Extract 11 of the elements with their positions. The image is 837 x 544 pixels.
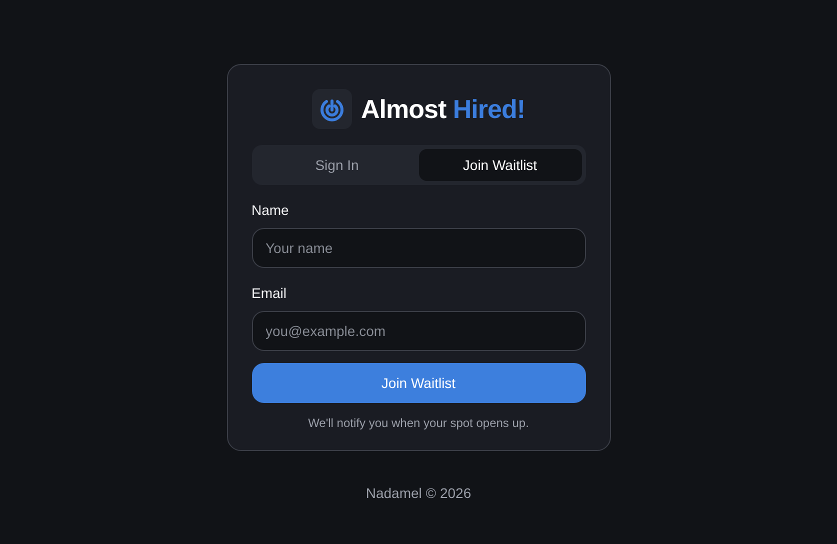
input-field[interactable]: Your name: [252, 228, 586, 268]
logo-icon: [312, 89, 352, 129]
field-label: Name: [252, 202, 290, 218]
app-title: Almost Hired!: [361, 94, 525, 124]
join-button[interactable]: Join Waitlist: [252, 363, 586, 403]
footer-text: Nadamel © 2026: [366, 485, 472, 501]
field-label: Email: [252, 285, 288, 301]
tab[interactable]: Sign In: [256, 149, 418, 181]
note-text: We'll notify you when your spot opens up.: [307, 416, 530, 430]
tab[interactable]: Join Waitlist: [418, 149, 582, 181]
input-field[interactable]: you@example.com: [252, 311, 586, 351]
